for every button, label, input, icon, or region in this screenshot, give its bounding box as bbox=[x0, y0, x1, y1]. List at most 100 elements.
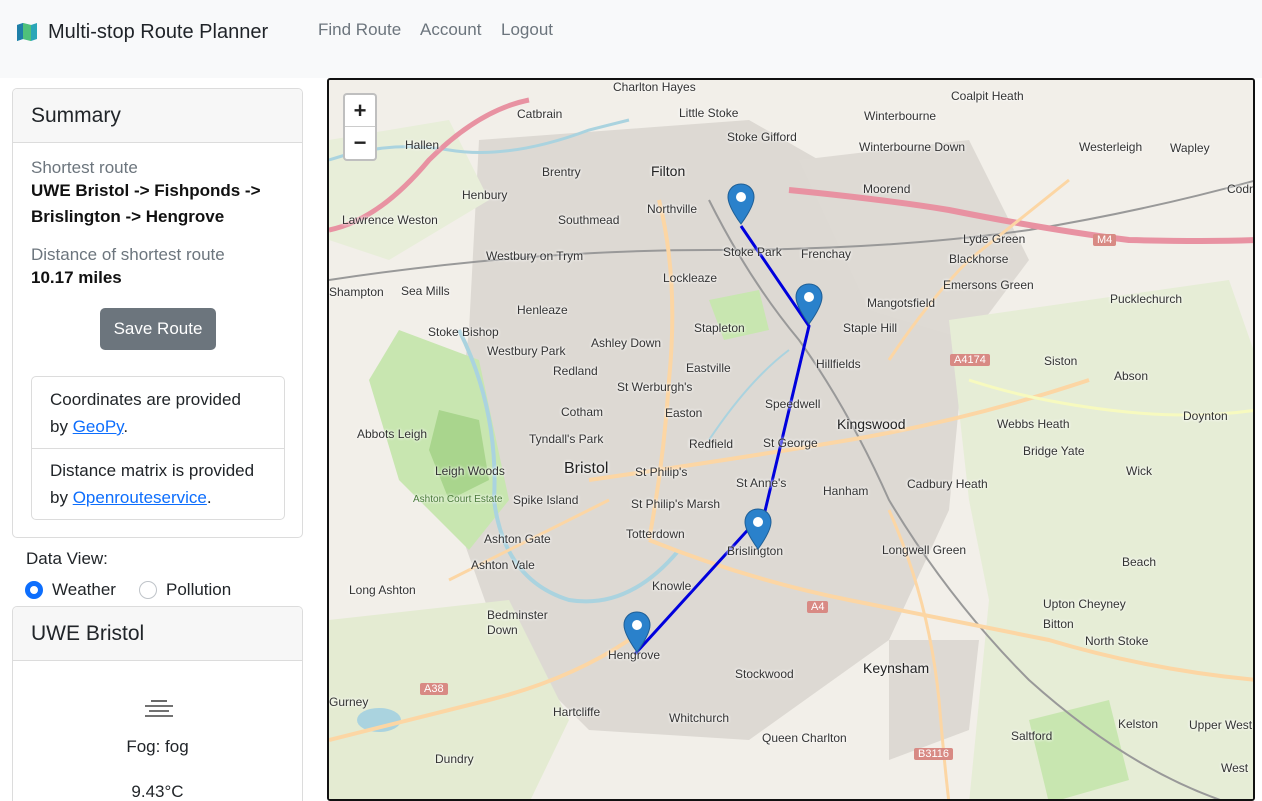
map-label: Filton bbox=[651, 163, 686, 179]
nav-logout[interactable]: Logout bbox=[501, 20, 553, 40]
zoom-out-button[interactable]: − bbox=[345, 127, 375, 159]
map-label: Mangotsfield bbox=[867, 296, 936, 310]
radio-weather-indicator[interactable] bbox=[25, 581, 43, 599]
map-label: Siston bbox=[1044, 354, 1078, 368]
road-tag: A4 bbox=[807, 601, 829, 613]
map-label: Winterbourne bbox=[864, 109, 937, 123]
road-tag: A38 bbox=[420, 683, 448, 695]
weather-temperature: 9.43°C bbox=[131, 782, 184, 801]
map-label: Kelston bbox=[1118, 717, 1159, 731]
road-tag: B3116 bbox=[914, 748, 953, 760]
map-label: Spike Island bbox=[513, 493, 579, 507]
map-label: Moorend bbox=[863, 182, 911, 196]
map-label: Abbots Leigh bbox=[357, 427, 428, 441]
map-label: St Philip's Marsh bbox=[631, 497, 720, 511]
navbar: Multi-stop Route Planner Find Route Acco… bbox=[0, 0, 1262, 78]
map-label: Beach bbox=[1122, 555, 1157, 569]
map-label: Cadbury Heath bbox=[907, 477, 988, 491]
route-marker-fishponds[interactable] bbox=[795, 283, 823, 325]
map-label: Lyde Green bbox=[963, 232, 1026, 246]
route-marker-uwe-bristol[interactable] bbox=[727, 183, 755, 225]
map-label: Tyndall's Park bbox=[529, 432, 604, 446]
map-label: Westbury on Trym bbox=[486, 249, 584, 263]
map-label: Saltford bbox=[1011, 729, 1053, 743]
credit-geopy: Coordinates are provided by GeoPy. bbox=[32, 386, 284, 440]
map-label: Frenchay bbox=[801, 247, 852, 261]
map-label: Ashton Vale bbox=[471, 558, 535, 572]
map-label: Abson bbox=[1114, 369, 1149, 383]
map-label: Hanham bbox=[823, 484, 869, 498]
map-label: Charlton Hayes bbox=[613, 80, 696, 94]
map-label: Easton bbox=[665, 406, 703, 420]
map-label: Speedwell bbox=[765, 397, 821, 411]
summary-title: Summary bbox=[13, 89, 302, 143]
map-label: Northville bbox=[647, 202, 698, 216]
map-label: Brentry bbox=[542, 165, 581, 179]
radio-weather[interactable]: Weather bbox=[25, 580, 116, 600]
brand[interactable]: Multi-stop Route Planner bbox=[16, 18, 268, 46]
weather-location: UWE Bristol bbox=[13, 607, 302, 661]
zoom-control: + − bbox=[343, 93, 377, 161]
map-label: Bridge Yate bbox=[1023, 444, 1085, 458]
openrouteservice-link[interactable]: Openrouteservice bbox=[73, 488, 207, 507]
fog-icon bbox=[145, 700, 173, 717]
map-label: Stockwood bbox=[735, 667, 794, 681]
map-label: Keynsham bbox=[863, 660, 930, 676]
radio-weather-label[interactable]: Weather bbox=[52, 580, 116, 600]
credit-ors-by: by bbox=[50, 488, 73, 507]
map-label: Ashton Gate bbox=[484, 532, 551, 546]
road-tag: M4 bbox=[1093, 234, 1117, 246]
radio-pollution-label[interactable]: Pollution bbox=[166, 580, 231, 600]
brand-title: Multi-stop Route Planner bbox=[48, 20, 269, 43]
map-label: Lawrence Weston bbox=[342, 213, 438, 227]
credit-ors-text: Distance matrix is provided bbox=[50, 461, 255, 480]
zoom-in-button[interactable]: + bbox=[345, 95, 375, 127]
map-label: St Werburgh's bbox=[617, 380, 693, 394]
map-label: Long Ashton bbox=[349, 583, 416, 597]
map-label: Hallen bbox=[405, 138, 440, 152]
route-map[interactable]: + − Charlton Hayes Little Stoke Catbrain… bbox=[327, 78, 1255, 801]
map-label: Little Stoke bbox=[679, 106, 739, 120]
map-label: Bitton bbox=[1043, 617, 1074, 631]
route-marker-hengrove[interactable] bbox=[623, 611, 651, 653]
shortest-route-label: Shortest route bbox=[31, 158, 138, 177]
map-label: Upton Cheyney bbox=[1043, 597, 1126, 611]
map-label: Redland bbox=[553, 364, 598, 378]
map-label: Bedminster Down bbox=[487, 608, 548, 637]
radio-pollution-indicator[interactable] bbox=[139, 581, 157, 599]
nav-account[interactable]: Account bbox=[420, 20, 481, 40]
map-label: St George bbox=[763, 436, 818, 450]
map-label: Doynton bbox=[1183, 409, 1228, 423]
credit-geopy-text: Coordinates are provided bbox=[50, 390, 241, 409]
map-label: Upper West bbox=[1189, 718, 1253, 732]
map-label: Knowle bbox=[652, 579, 692, 593]
map-label: Henbury bbox=[462, 188, 508, 202]
radio-pollution[interactable]: Pollution bbox=[139, 580, 231, 600]
save-route-button[interactable]: Save Route bbox=[100, 308, 216, 350]
route-marker-brislington[interactable] bbox=[744, 508, 772, 550]
map-label: Hillfields bbox=[816, 357, 861, 371]
map-label: Queen Charlton bbox=[762, 731, 847, 745]
map-label: Dundry bbox=[435, 752, 474, 766]
map-label: Southmead bbox=[558, 213, 620, 227]
map-label: Ashley Down bbox=[591, 336, 662, 350]
map-label: Shampton bbox=[329, 285, 384, 299]
weather-condition: Fog: fog bbox=[126, 737, 189, 756]
nav-find-route[interactable]: Find Route bbox=[318, 20, 401, 40]
map-label: Kingswood bbox=[837, 416, 906, 432]
distance-value: 10.17 miles bbox=[31, 268, 122, 287]
map-label: Gurney bbox=[329, 695, 369, 709]
map-label: North Stoke bbox=[1085, 634, 1149, 648]
credits-divider bbox=[32, 448, 284, 449]
map-label: Staple Hill bbox=[843, 321, 898, 335]
map-label: Stoke Bishop bbox=[428, 325, 499, 339]
map-icon bbox=[17, 23, 37, 41]
geopy-link[interactable]: GeoPy bbox=[73, 417, 124, 436]
map-label: Ashton Court Estate bbox=[413, 494, 503, 505]
map-label: Webbs Heath bbox=[997, 417, 1070, 431]
map-label: Lockleaze bbox=[663, 271, 718, 285]
map-label: Codring bbox=[1227, 182, 1254, 196]
map-label: Redfield bbox=[689, 437, 734, 451]
credit-openrouteservice: Distance matrix is provided by Openroute… bbox=[32, 457, 284, 511]
map-label: Catbrain bbox=[517, 107, 563, 121]
